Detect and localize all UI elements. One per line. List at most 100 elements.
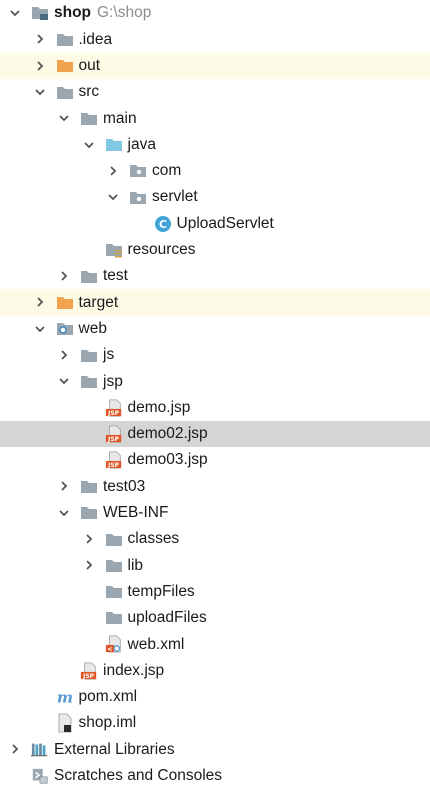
tree-node-jsp[interactable]: jsp xyxy=(0,368,430,394)
tree-node-path: G:\shop xyxy=(97,4,152,22)
tree-node-label: shop.iml xyxy=(78,714,137,732)
tree-node-label: test xyxy=(103,267,128,285)
tree-node-web-xml[interactable]: < web.xml xyxy=(0,631,430,657)
folder-icon xyxy=(56,84,74,100)
source-folder-icon xyxy=(105,137,123,153)
jsp-file-icon: JSP xyxy=(80,662,98,679)
web-xml-icon: < xyxy=(105,635,123,653)
tree-node-label: tempFiles xyxy=(127,582,195,600)
package-icon xyxy=(129,189,147,205)
scratches-icon xyxy=(31,768,49,784)
chevron-down-icon[interactable] xyxy=(58,112,70,124)
tree-node-label: pom.xml xyxy=(78,688,138,706)
jsp-file-icon: JSP xyxy=(105,451,123,469)
svg-text:m: m xyxy=(56,688,72,706)
tree-node-label: test03 xyxy=(103,477,146,495)
tree-node-uploadfiles[interactable]: uploadFiles xyxy=(0,605,430,631)
tree-node-java[interactable]: java xyxy=(0,131,430,157)
svg-text:JSP: JSP xyxy=(82,672,94,679)
tree-node-js[interactable]: js xyxy=(0,342,430,368)
tree-node-test03[interactable]: test03 xyxy=(0,473,430,499)
chevron-down-icon[interactable] xyxy=(9,7,21,19)
chevron-right-icon[interactable] xyxy=(58,480,70,492)
tree-node-label: demo03.jsp xyxy=(127,451,208,469)
chevron-right-icon[interactable] xyxy=(107,165,119,177)
tree-node-label: main xyxy=(103,109,137,127)
tree-node-label: demo02.jsp xyxy=(127,425,208,443)
excluded-folder-icon xyxy=(56,294,74,310)
tree-node-web[interactable]: web xyxy=(0,316,430,342)
tree-node-web-inf[interactable]: WEB-INF xyxy=(0,500,430,526)
chevron-right-icon[interactable] xyxy=(83,559,95,571)
folder-icon xyxy=(80,347,98,363)
svg-text:C: C xyxy=(158,218,166,231)
tree-node-src[interactable]: src xyxy=(0,79,430,105)
tree-node-uploadservlet[interactable]: C UploadServlet xyxy=(0,210,430,236)
chevron-right-icon[interactable] xyxy=(9,743,21,755)
tree-node-label: java xyxy=(127,135,156,153)
tree-node-label: shop xyxy=(54,4,92,22)
folder-icon xyxy=(80,110,98,126)
tree-node-label: .idea xyxy=(78,30,113,48)
chevron-down-icon[interactable] xyxy=(107,191,119,203)
tree-node-label: js xyxy=(103,346,115,364)
tree-node-resources[interactable]: resources xyxy=(0,237,430,263)
chevron-right-icon[interactable] xyxy=(58,270,70,282)
web-folder-icon xyxy=(56,321,74,337)
tree-node-shop-iml[interactable]: shop.iml xyxy=(0,710,430,736)
folder-icon xyxy=(105,557,123,573)
svg-text:JSP: JSP xyxy=(107,409,119,416)
project-tree: shop G:\shop .idea out src main java com servlet… xyxy=(0,0,430,789)
chevron-right-icon[interactable] xyxy=(34,296,46,308)
tree-node-label: out xyxy=(78,56,101,74)
folder-icon xyxy=(105,531,123,547)
excluded-folder-icon xyxy=(56,58,74,74)
chevron-down-icon[interactable] xyxy=(83,139,95,151)
tree-node-lib[interactable]: lib xyxy=(0,552,430,578)
tree-node-target[interactable]: target xyxy=(0,289,430,316)
chevron-down-icon[interactable] xyxy=(58,375,70,387)
tree-node-label: UploadServlet xyxy=(176,214,274,232)
tree-node-idea[interactable]: .idea xyxy=(0,26,430,52)
tree-node-servlet[interactable]: servlet xyxy=(0,184,430,210)
tree-node-out[interactable]: out xyxy=(0,52,430,79)
tree-node-com[interactable]: com xyxy=(0,158,430,184)
chevron-right-icon[interactable] xyxy=(58,349,70,361)
folder-icon xyxy=(56,31,74,47)
resources-folder-icon xyxy=(105,242,123,258)
tree-node-demo02-jsp[interactable]: JSP demo02.jsp xyxy=(0,420,430,448)
svg-text:<: < xyxy=(107,646,112,653)
chevron-right-icon[interactable] xyxy=(34,33,46,45)
tree-node-external-libraries[interactable]: External Libraries xyxy=(0,736,430,762)
tree-node-label: WEB-INF xyxy=(103,504,169,522)
tree-node-demo-jsp[interactable]: JSP demo.jsp xyxy=(0,394,430,420)
tree-node-tempfiles[interactable]: tempFiles xyxy=(0,579,430,605)
tree-node-classes[interactable]: classes xyxy=(0,526,430,552)
chevron-down-icon[interactable] xyxy=(58,507,70,519)
tree-node-main[interactable]: main xyxy=(0,105,430,131)
chevron-down-icon[interactable] xyxy=(34,86,46,98)
folder-icon xyxy=(105,610,123,626)
chevron-right-icon[interactable] xyxy=(83,533,95,545)
tree-node-shop[interactable]: shop G:\shop xyxy=(0,0,430,26)
tree-node-label: uploadFiles xyxy=(127,609,207,627)
tree-node-test[interactable]: test xyxy=(0,263,430,289)
tree-node-label: classes xyxy=(127,530,180,548)
libraries-icon xyxy=(31,741,49,757)
tree-node-demo03-jsp[interactable]: JSP demo03.jsp xyxy=(0,447,430,473)
tree-node-scratches[interactable]: Scratches and Consoles xyxy=(0,763,430,789)
tree-node-pom-xml[interactable]: m pom.xml xyxy=(0,684,430,710)
tree-node-index-jsp[interactable]: JSP index.jsp xyxy=(0,657,430,683)
chevron-down-icon[interactable] xyxy=(34,323,46,335)
chevron-right-icon[interactable] xyxy=(34,60,46,72)
tree-node-label: External Libraries xyxy=(54,740,175,758)
maven-icon: m xyxy=(56,688,74,706)
svg-text:JSP: JSP xyxy=(107,462,119,469)
java-class-icon: C xyxy=(154,215,172,232)
folder-icon xyxy=(80,373,98,389)
folder-icon xyxy=(80,478,98,494)
tree-node-label: Scratches and Consoles xyxy=(54,767,223,784)
tree-node-label: lib xyxy=(127,556,144,574)
folder-icon xyxy=(80,505,98,521)
folder-icon xyxy=(80,268,98,284)
